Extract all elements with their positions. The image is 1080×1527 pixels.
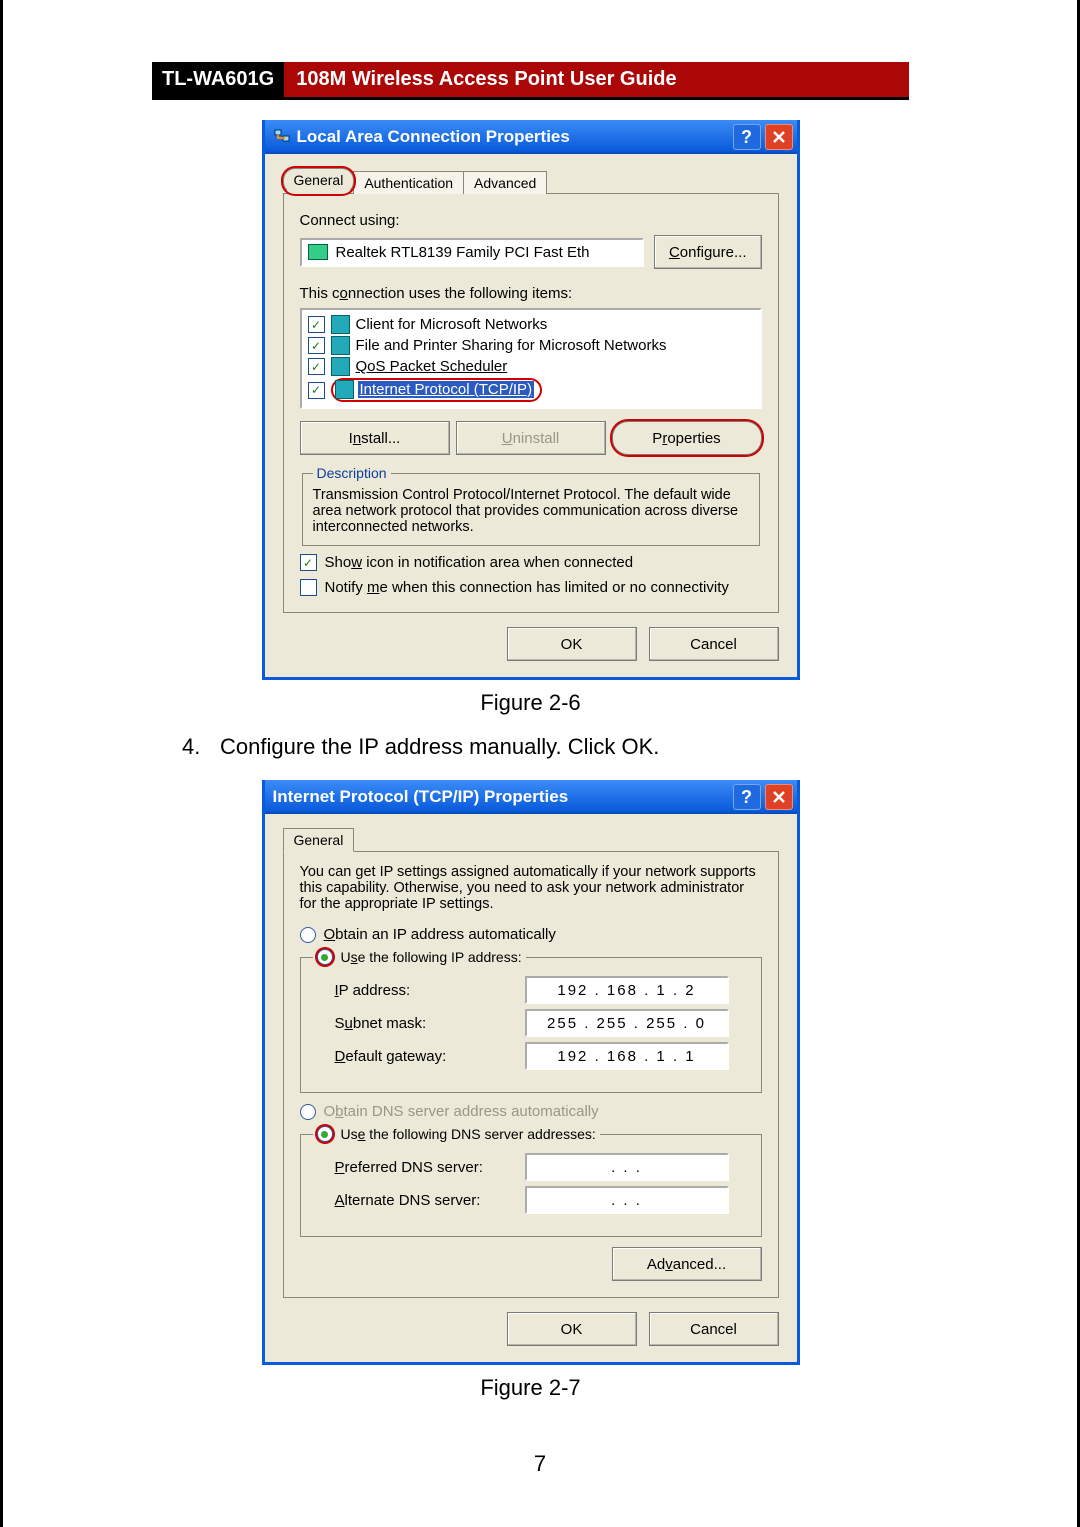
ip-input[interactable]: 192 . 168 . 1 . 2 [525,976,729,1004]
checkbox-icon[interactable]: ✓ [308,382,325,399]
install-button[interactable]: Install... [300,421,450,455]
selected-item-highlight: Internet Protocol (TCP/IP) [331,378,543,402]
list-item[interactable]: ✓ QoS Packet Scheduler [308,356,754,377]
window-title: Internet Protocol (TCP/IP) Properties [273,787,729,807]
checkbox-icon[interactable]: ✓ [308,358,325,375]
advanced-button[interactable]: Advanced... [612,1247,762,1281]
tab-general[interactable]: General [283,168,355,194]
tab-strip: General Authentication Advanced [283,168,779,194]
tab-general[interactable]: General [283,828,355,852]
radio-icon [300,927,316,943]
alt-dns-label: Alternate DNS server: [335,1192,525,1209]
description-label: Description [313,465,391,481]
figure-caption: Figure 2-6 [152,690,909,716]
page-header: TL-WA601G 108M Wireless Access Point Use… [152,62,909,100]
adapter-name: Realtek RTL8139 Family PCI Fast Eth [336,244,590,261]
subnet-input[interactable]: 255 . 255 . 255 . 0 [525,1009,729,1037]
ok-button[interactable]: OK [507,627,637,661]
gateway-input[interactable]: 192 . 168 . 1 . 1 [525,1042,729,1070]
connect-using-label: Connect using: [300,212,762,229]
guide-title: 108M Wireless Access Point User Guide [284,62,909,97]
mask-label: Subnet mask: [335,1015,525,1032]
list-item[interactable]: ✓ Client for Microsoft Networks [308,314,754,335]
close-button[interactable] [765,124,793,150]
lan-properties-dialog: Local Area Connection Properties ? Gener… [262,120,800,680]
show-icon-checkbox[interactable]: ✓ Show icon in notification area when co… [300,554,762,571]
items-list[interactable]: ✓ Client for Microsoft Networks ✓ File a… [300,308,762,409]
figure-caption: Figure 2-7 [152,1375,909,1401]
properties-button[interactable]: Properties [612,421,762,455]
radio-icon [300,1104,316,1120]
model-label: TL-WA601G [152,62,284,97]
description-text: Transmission Control Protocol/Internet P… [313,487,749,535]
instruction-step: 4. Configure the IP address manually. Cl… [152,734,909,760]
checkbox-icon[interactable]: ✓ [308,337,325,354]
list-item[interactable]: ✓ Internet Protocol (TCP/IP) [308,377,754,403]
ok-button[interactable]: OK [507,1312,637,1346]
cancel-button[interactable]: Cancel [649,1312,779,1346]
tcpip-properties-dialog: Internet Protocol (TCP/IP) Properties ? … [262,780,800,1365]
static-ip-group: Use the following IP address: IP address… [300,949,762,1093]
description-group: Description Transmission Control Protoco… [302,465,760,546]
component-icon [335,380,354,399]
uninstall-button: Uninstall [456,421,606,455]
help-button[interactable]: ? [733,784,761,810]
radio-auto-dns: Obtain DNS server address automatically [300,1103,762,1120]
tab-advanced[interactable]: Advanced [463,171,547,194]
pref-dns-input[interactable]: . . . [525,1153,729,1181]
component-icon [331,357,350,376]
component-icon [331,336,350,355]
radio-static-dns[interactable] [317,1126,333,1142]
nic-icon [308,244,328,260]
alt-dns-input[interactable]: . . . [525,1186,729,1214]
component-icon [331,315,350,334]
page-number: 7 [534,1451,546,1477]
ip-label: IP address: [335,982,525,999]
checkbox-icon[interactable]: ✓ [308,316,325,333]
radio-auto-ip[interactable]: Obtain an IP address automatically [300,926,762,943]
title-bar[interactable]: Internet Protocol (TCP/IP) Properties ? [265,780,797,814]
cancel-button[interactable]: Cancel [649,627,779,661]
tab-authentication[interactable]: Authentication [353,171,464,194]
notify-checkbox[interactable]: ✓ Notify me when this connection has lim… [300,579,762,596]
adapter-field[interactable]: Realtek RTL8139 Family PCI Fast Eth [300,238,644,267]
intro-text: You can get IP settings assigned automat… [300,864,762,912]
network-icon [273,128,291,146]
title-bar[interactable]: Local Area Connection Properties ? [265,120,797,154]
items-label: This connection uses the following items… [300,285,762,302]
pref-dns-label: Preferred DNS server: [335,1159,525,1176]
configure-button[interactable]: Configure... [654,235,762,269]
list-item[interactable]: ✓ File and Printer Sharing for Microsoft… [308,335,754,356]
radio-static-ip[interactable] [317,949,333,965]
window-title: Local Area Connection Properties [297,127,729,147]
gateway-label: Default gateway: [335,1048,525,1065]
help-button[interactable]: ? [733,124,761,150]
static-dns-group: Use the following DNS server addresses: … [300,1126,762,1237]
close-button[interactable] [765,784,793,810]
